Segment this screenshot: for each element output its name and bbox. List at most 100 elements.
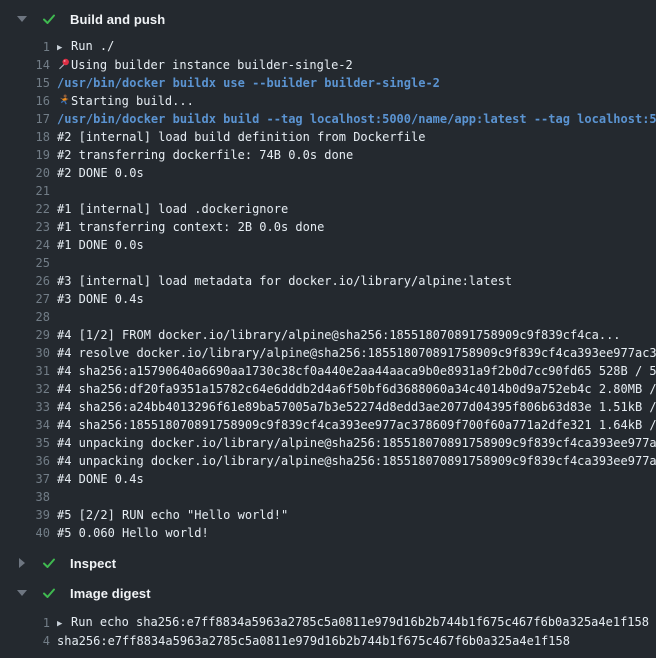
log-line: 27#3 DONE 0.4s	[0, 290, 656, 308]
log-line: 1 ▶Run echo sha256:e7ff8834a5963a2785c5a0…	[0, 614, 656, 632]
line-number[interactable]: 25	[0, 254, 50, 272]
log-line: 30 #4 resolve docker.io/library/alpine@sh…	[0, 344, 656, 362]
log-line: 14 Using builder instance builder-single-…	[0, 56, 656, 74]
chevron-down-icon[interactable]	[16, 590, 28, 596]
log-line: 19 #2 transferring dockerfile: 74B 0.0s d…	[0, 146, 656, 164]
log-line: 1 ▶Run ./	[0, 38, 656, 56]
log-line: 33 #4 sha256:a24bb4013296f61e89ba57005a7b…	[0, 398, 656, 416]
log-line: 17/usr/bin/docker buildx build --tag loc…	[0, 110, 656, 128]
log-line: 28	[0, 308, 656, 326]
log-line: 16 Starting build...	[0, 92, 656, 110]
line-number[interactable]: 36	[0, 452, 50, 470]
line-number[interactable]: 33	[0, 398, 50, 416]
line-number[interactable]: 1	[0, 38, 50, 56]
line-number[interactable]: 14	[0, 56, 50, 74]
section-log-build-and-push: 1 ▶Run ./ 14 Using builder instance builder…	[0, 32, 656, 550]
line-number[interactable]: 37	[0, 470, 50, 488]
log-line-text: /usr/bin/docker buildx use --builder bui…	[57, 74, 656, 92]
log-line-text: #4 sha256:df20fa9351a15782c64e6dddb2d4a6…	[57, 380, 656, 398]
log-line: 34#4 sha256:185518070891758909c9f839cf4c…	[0, 416, 656, 434]
log-line-text: Using builder instance builder-single-2	[57, 56, 656, 74]
log-line-text: #1 [internal] load .dockerignore	[57, 200, 656, 218]
line-number[interactable]: 32	[0, 380, 50, 398]
log-line: 38	[0, 488, 656, 506]
log-line-text: #5 0.060 Hello world!	[57, 524, 656, 542]
log-line-text: ▶Run ./	[57, 37, 656, 57]
line-number[interactable]: 20	[0, 164, 50, 182]
log-line-text: Starting build...	[57, 92, 656, 110]
log-line: 15/usr/bin/docker buildx use --builder b…	[0, 74, 656, 92]
log-line: 24 #1 DONE 0.0s	[0, 236, 656, 254]
runner-icon	[57, 94, 71, 106]
log-line-text: #1 DONE 0.0s	[57, 236, 656, 254]
line-number[interactable]: 21	[0, 182, 50, 200]
log-line-text: #2 DONE 0.0s	[57, 164, 656, 182]
log-line: 22 #1 [internal] load .dockerignore	[0, 200, 656, 218]
log-line-text: #4 unpacking docker.io/library/alpine@sh…	[57, 452, 656, 470]
log-line: 40 #5 0.060 Hello world!	[0, 524, 656, 542]
line-number[interactable]: 27	[0, 290, 50, 308]
log-line: 18 #2 [internal] load build definition fr…	[0, 128, 656, 146]
line-number[interactable]: 1	[0, 614, 50, 632]
log-line: 39 #5 [2/2] RUN echo "Hello world!"	[0, 506, 656, 524]
log-line-text: /usr/bin/docker buildx build --tag local…	[57, 110, 656, 128]
log-line-text: #4 resolve docker.io/library/alpine@sha2…	[57, 344, 656, 362]
chevron-down-icon[interactable]	[16, 16, 28, 22]
log-line: 25	[0, 254, 656, 272]
line-number[interactable]: 15	[0, 74, 50, 92]
success-check-icon	[41, 585, 57, 601]
workflow-log-viewer: Build and push 1▶Run ./14Using builder i…	[0, 0, 656, 658]
line-number[interactable]: 18	[0, 128, 50, 146]
log-line: 26 #3 [internal] load metadata for docker…	[0, 272, 656, 290]
line-number[interactable]: 23	[0, 218, 50, 236]
success-check-icon	[41, 11, 57, 27]
section-header-image-digest[interactable]: Image digest	[0, 580, 656, 606]
line-number[interactable]: 26	[0, 272, 50, 290]
line-number[interactable]: 35	[0, 434, 50, 452]
log-line: 36 #4 unpacking docker.io/library/alpine@…	[0, 452, 656, 470]
line-number[interactable]: 40	[0, 524, 50, 542]
line-number[interactable]: 17	[0, 110, 50, 128]
log-line: 35 #4 unpacking docker.io/library/alpine@…	[0, 434, 656, 452]
log-line-text: #4 sha256:a15790640a6690aa1730c38cf0a440…	[57, 362, 656, 380]
line-number[interactable]: 34	[0, 416, 50, 434]
line-number[interactable]: 29	[0, 326, 50, 344]
log-line-text: #2 [internal] load build definition from…	[57, 128, 656, 146]
log-line: 37 #4 DONE 0.4s	[0, 470, 656, 488]
section-title: Image digest	[70, 586, 151, 601]
line-number[interactable]: 30	[0, 344, 50, 362]
line-number[interactable]: 16	[0, 92, 50, 110]
log-line-text: #5 [2/2] RUN echo "Hello world!"	[57, 506, 656, 524]
log-line-text: #4 sha256:a24bb4013296f61e89ba57005a7b3e…	[57, 398, 656, 416]
section-header-inspect[interactable]: Inspect	[0, 550, 656, 576]
line-number[interactable]: 19	[0, 146, 50, 164]
expand-arrow-icon[interactable]: ▶	[57, 615, 71, 633]
section-title: Inspect	[70, 556, 116, 571]
line-number[interactable]: 4	[0, 632, 50, 650]
log-line: 23 #1 transferring context: 2B 0.0s done	[0, 218, 656, 236]
pushpin-icon	[57, 58, 71, 70]
log-line: 21	[0, 182, 656, 200]
log-line: 20 #2 DONE 0.0s	[0, 164, 656, 182]
log-line: 31 #4 sha256:a15790640a6690aa1730c38cf0a4…	[0, 362, 656, 380]
section-log-image-digest: 1 ▶Run echo sha256:e7ff8834a5963a2785c5a0…	[0, 606, 656, 658]
log-line-text: #3 [internal] load metadata for docker.i…	[57, 272, 656, 290]
log-line-text: #4 unpacking docker.io/library/alpine@sh…	[57, 434, 656, 452]
log-line-text: #4 [1/2] FROM docker.io/library/alpine@s…	[57, 326, 656, 344]
log-line-text: #1 transferring context: 2B 0.0s done	[57, 218, 656, 236]
line-number[interactable]: 28	[0, 308, 50, 326]
line-number[interactable]: 31	[0, 362, 50, 380]
log-line-text: #4 DONE 0.4s	[57, 470, 656, 488]
line-number[interactable]: 22	[0, 200, 50, 218]
line-number[interactable]: 38	[0, 488, 50, 506]
section-title: Build and push	[70, 12, 165, 27]
section-header-build-and-push[interactable]: Build and push	[0, 6, 656, 32]
line-number[interactable]: 24	[0, 236, 50, 254]
log-line-text: ▶Run echo sha256:e7ff8834a5963a2785c5a08…	[57, 613, 656, 633]
log-line: 32 #4 sha256:df20fa9351a15782c64e6dddb2d4…	[0, 380, 656, 398]
log-line-text: #2 transferring dockerfile: 74B 0.0s don…	[57, 146, 656, 164]
chevron-right-icon[interactable]	[16, 558, 28, 568]
line-number[interactable]: 39	[0, 506, 50, 524]
expand-arrow-icon[interactable]: ▶	[57, 39, 71, 57]
success-check-icon	[41, 555, 57, 571]
